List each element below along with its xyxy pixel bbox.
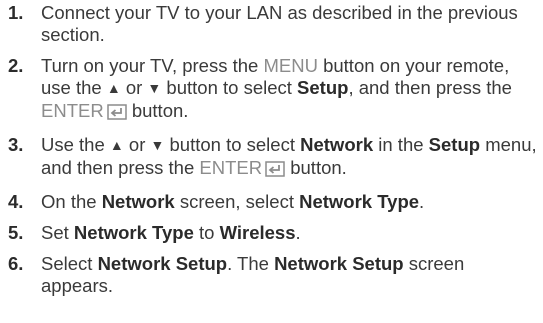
step-text-part: . The [227, 253, 275, 274]
step-text-part: Set [41, 222, 74, 243]
setup-term: Setup [428, 134, 481, 155]
network-setup-term: Network Setup [97, 253, 228, 274]
step-text-part: screen, select [174, 191, 300, 212]
enter-button-label: ENTER [199, 157, 263, 178]
enter-return-icon [265, 160, 285, 182]
instruction-steps-list: 1. Connect your TV to your LAN as descri… [8, 2, 538, 306]
down-arrow-icon: ▼ [150, 137, 165, 153]
step-text-part: button. [126, 100, 189, 121]
down-arrow-icon: ▼ [147, 80, 162, 96]
step-number: 4. [8, 191, 24, 212]
step-text-part: in the [373, 134, 429, 155]
network-setup-term: Network Setup [274, 253, 404, 274]
step-1: 1. Connect your TV to your LAN as descri… [8, 2, 538, 46]
step-text-part: or [120, 77, 148, 98]
network-type-term: Network Type [299, 191, 420, 212]
step-text-part: Turn on your TV, press the [41, 55, 264, 76]
step-text-part: Use the [41, 134, 110, 155]
step-6: 6. Select Network Setup. The Network Set… [8, 253, 538, 297]
step-number: 6. [8, 253, 24, 274]
up-arrow-icon: ▲ [106, 80, 121, 96]
step-3: 3. Use the ▲ or ▼ button to select Netwo… [8, 134, 538, 182]
network-type-term: Network Type [73, 222, 194, 243]
step-text-part: button to select [161, 77, 298, 98]
step-4: 4. On the Network screen, select Network… [8, 191, 538, 213]
network-term: Network [101, 191, 175, 212]
step-text-part: . [419, 191, 425, 212]
step-number: 2. [8, 55, 24, 76]
step-text-part: button to select [164, 134, 301, 155]
step-2: 2. Turn on your TV, press the MENU butto… [8, 55, 538, 125]
network-term: Network [300, 134, 374, 155]
up-arrow-icon: ▲ [109, 137, 124, 153]
step-5: 5. Set Network Type to Wireless. [8, 222, 538, 244]
step-text-part: or [123, 134, 151, 155]
menu-button-label: MENU [263, 55, 318, 76]
step-text: Connect your TV to your LAN as described… [41, 2, 518, 45]
step-text-part: . [295, 222, 301, 243]
setup-term: Setup [297, 77, 349, 98]
enter-return-icon [106, 103, 127, 125]
wireless-term: Wireless [219, 222, 296, 243]
step-text-part: Select [41, 253, 98, 274]
enter-button-label: ENTER [41, 100, 104, 121]
step-text-part: button. [285, 157, 347, 178]
step-number: 5. [8, 222, 24, 243]
step-text-part: to [193, 222, 220, 243]
step-text-part: On the [41, 191, 102, 212]
step-number: 3. [8, 134, 24, 155]
step-text-part: , and then press the [348, 77, 512, 98]
step-number: 1. [8, 2, 24, 23]
